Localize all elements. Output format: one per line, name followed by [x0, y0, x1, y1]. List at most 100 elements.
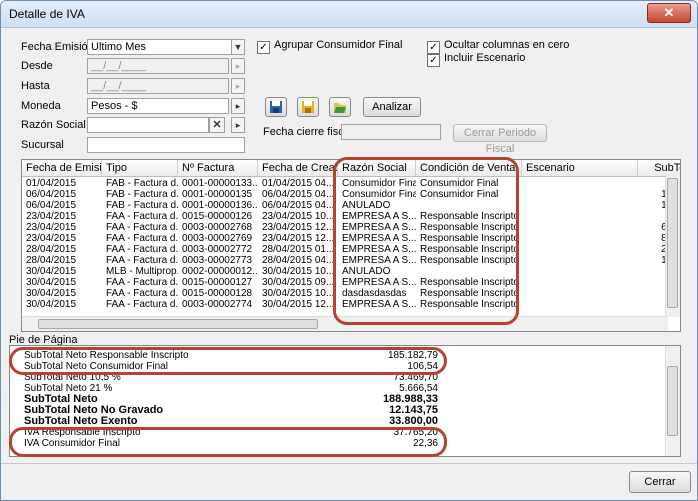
fecha-cierre-field[interactable] — [341, 124, 441, 140]
cerrar-button[interactable]: Cerrar — [629, 471, 691, 493]
table-cell: FAA - Factura d... — [106, 244, 178, 255]
window-title: Detalle de IVA — [9, 7, 85, 21]
column-header[interactable]: Fecha de Emisión — [22, 160, 102, 176]
analizar-button[interactable]: Analizar — [363, 97, 421, 117]
desde-spin-icon[interactable]: ▸ — [231, 58, 245, 74]
desde-field[interactable]: __/__/____ — [87, 58, 229, 74]
summary-row: SubTotal Neto Exento 33.800,00 — [10, 416, 438, 427]
table-cell: 01/04/2015 — [26, 178, 77, 189]
close-window-button[interactable]: ✕ — [647, 3, 691, 23]
incluir-escenario-checkbox[interactable]: ✓ Incluir Escenario — [427, 52, 525, 67]
moneda-field[interactable]: Pesos - $ — [87, 98, 229, 114]
table-cell: 0003-00002769 — [182, 233, 253, 244]
table-cell: FAA - Factura d... — [106, 233, 178, 244]
sucursal-label: Sucursal — [21, 139, 64, 151]
razon-social-label: Razón Social — [21, 119, 86, 131]
desde-label: Desde — [21, 60, 53, 72]
table-cell: 30/04/2015 — [26, 266, 77, 277]
cerrar-periodo-button[interactable]: Cerrar Periodo Fiscal — [453, 124, 547, 155]
table-cell: 23/04/2015 12... — [262, 233, 335, 244]
hasta-field[interactable]: __/__/____ — [87, 78, 229, 94]
table-cell: 0003-00002772 — [182, 244, 253, 255]
open-folder-button[interactable] — [329, 97, 351, 117]
table-cell: 06/04/2015 — [26, 200, 77, 211]
column-header[interactable]: Nº Factura — [178, 160, 258, 176]
detalle-iva-window: Detalle de IVA ✕ Fecha Emisión Ultimo Me… — [0, 0, 698, 501]
table-cell — [522, 288, 638, 299]
fecha-emision-select[interactable]: Ultimo Mes — [87, 39, 233, 55]
table-cell: 30/04/2015 09... — [262, 277, 335, 288]
checkbox-checked-icon: ✓ — [257, 41, 270, 54]
table-cell — [522, 299, 638, 310]
table-cell — [522, 233, 638, 244]
agrupar-consumidor-checkbox[interactable]: ✓ Agrupar Consumidor Final — [257, 39, 402, 54]
table-cell: 30/04/2015 — [26, 299, 77, 310]
table-cell: 0001-00000136... — [182, 200, 258, 211]
moneda-arrow-icon[interactable]: ▸ — [231, 98, 245, 114]
fecha-emision-label: Fecha Emisión — [21, 41, 94, 53]
highlight-subtotales — [9, 347, 447, 375]
summary-label: SubTotal Neto Exento — [24, 415, 138, 427]
table-cell: 28/04/2015 — [26, 244, 77, 255]
sucursal-field[interactable] — [87, 137, 245, 153]
hscroll-thumb[interactable] — [38, 319, 318, 329]
table-cell: 0003-00002768 — [182, 222, 253, 233]
table-cell: FAA - Factura d... — [106, 255, 178, 266]
table-cell: 30/04/2015 — [26, 277, 77, 288]
summary-value: 33.800,00 — [389, 415, 438, 427]
table-cell: 06/04/2015 — [26, 189, 77, 200]
fecha-cierre-label: Fecha cierre fiscal — [263, 126, 353, 138]
table-cell — [522, 200, 638, 211]
table-cell: FAA - Factura d... — [106, 288, 178, 299]
table-cell: FAB - Factura d... — [106, 178, 178, 189]
incluir-label: Incluir Escenario — [444, 52, 526, 64]
table-cell: FAB - Factura d... — [106, 189, 178, 200]
hasta-label: Hasta — [21, 80, 50, 92]
footer-separator — [1, 463, 697, 464]
table-cell: 23/04/2015 — [26, 233, 77, 244]
razon-social-field[interactable] — [87, 117, 209, 133]
column-header[interactable]: Tipo — [102, 160, 178, 176]
table-cell: FAB - Factura d... — [106, 200, 178, 211]
hasta-spin-icon[interactable]: ▸ — [231, 78, 245, 94]
save-disk-button[interactable] — [265, 97, 287, 117]
table-cell — [522, 266, 638, 277]
chevron-down-icon[interactable]: ▼ — [231, 39, 245, 55]
table-cell: 23/04/2015 — [26, 222, 77, 233]
grid-vertical-scrollbar[interactable] — [665, 176, 680, 317]
table-cell: 0001-00000135 — [182, 189, 253, 200]
highlight-razon-condicion — [333, 157, 519, 325]
table-cell: 01/04/2015 04... — [262, 178, 335, 189]
table-cell — [522, 277, 638, 288]
table-cell: 06/04/2015 04... — [262, 200, 335, 211]
clear-icon[interactable]: ✕ — [209, 117, 225, 133]
table-cell: 0003-00002773 — [182, 255, 253, 266]
column-header[interactable]: Escenario — [522, 160, 638, 176]
table-cell: 30/04/2015 12... — [262, 299, 335, 310]
table-cell: 28/04/2015 01... — [262, 244, 335, 255]
save-yellow-icon — [302, 101, 314, 113]
ocultar-label: Ocultar columnas en cero — [444, 39, 570, 51]
table-cell: 06/04/2015 04... — [262, 189, 335, 200]
table-cell: 0015-00000126 — [182, 211, 253, 222]
razon-social-arrow-icon[interactable]: ▸ — [231, 117, 245, 133]
table-cell: FAA - Factura d... — [106, 222, 178, 233]
table-cell: 30/04/2015 — [26, 288, 77, 299]
table-cell: MLB - Multiprop... — [106, 266, 178, 277]
table-cell — [522, 189, 638, 200]
save-yellow-button[interactable] — [297, 97, 319, 117]
table-cell: 0001-00000133... — [182, 178, 258, 189]
table-cell: 23/04/2015 12... — [262, 222, 335, 233]
table-cell: 23/04/2015 — [26, 211, 77, 222]
column-header[interactable]: SubTotal — [638, 160, 680, 176]
column-header[interactable]: Fecha de Crea... — [258, 160, 338, 176]
footer-vscroll-thumb[interactable] — [667, 366, 678, 436]
table-cell: 23/04/2015 10... — [262, 211, 335, 222]
footer-vertical-scrollbar[interactable] — [665, 346, 680, 456]
table-cell: 28/04/2015 — [26, 255, 77, 266]
vscroll-thumb[interactable] — [667, 178, 678, 308]
table-cell: 0015-00000127 — [182, 277, 253, 288]
highlight-iva — [9, 427, 447, 457]
table-cell — [522, 178, 638, 189]
table-cell: 0003-00002774 — [182, 299, 253, 310]
